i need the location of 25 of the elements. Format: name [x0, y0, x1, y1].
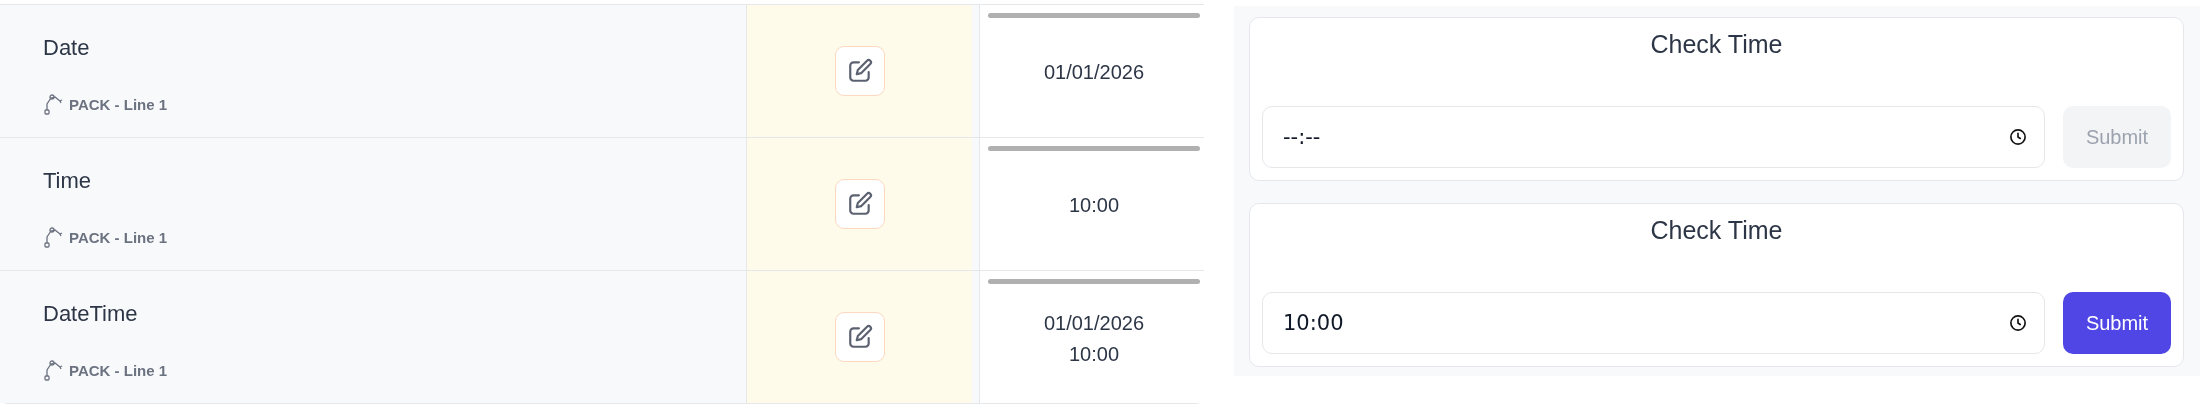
row-title: Date	[43, 35, 91, 61]
time-field[interactable]: --:--	[1262, 106, 2045, 168]
card-title: Check Time	[1649, 30, 1784, 59]
row-title: DateTime	[43, 301, 139, 327]
robot-arm-icon	[43, 93, 63, 115]
value-text: 01/01/2026 10:00	[1042, 310, 1146, 367]
time-field[interactable]: 10:00	[1262, 292, 2045, 354]
value-text: 01/01/2026	[1042, 60, 1146, 85]
value-text: 10:00	[1067, 193, 1121, 218]
location-label: PACK - Line 1	[69, 361, 168, 379]
location-label: PACK - Line 1	[69, 95, 168, 113]
card-title: Check Time	[1649, 216, 1784, 245]
edit-icon	[846, 191, 873, 217]
location-label: PACK - Line 1	[69, 228, 168, 246]
robot-arm-icon	[43, 359, 63, 381]
edit-button[interactable]	[834, 179, 885, 229]
edit-button[interactable]	[834, 312, 885, 362]
robot-arm-icon	[43, 226, 63, 248]
edit-button[interactable]	[834, 46, 885, 96]
submit-button[interactable]: Submit	[2063, 292, 2171, 354]
edit-icon	[846, 324, 873, 350]
row-title: Time	[43, 168, 93, 194]
edit-icon	[846, 58, 873, 84]
clock-icon[interactable]	[2009, 128, 2027, 146]
clock-icon[interactable]	[2009, 314, 2027, 332]
